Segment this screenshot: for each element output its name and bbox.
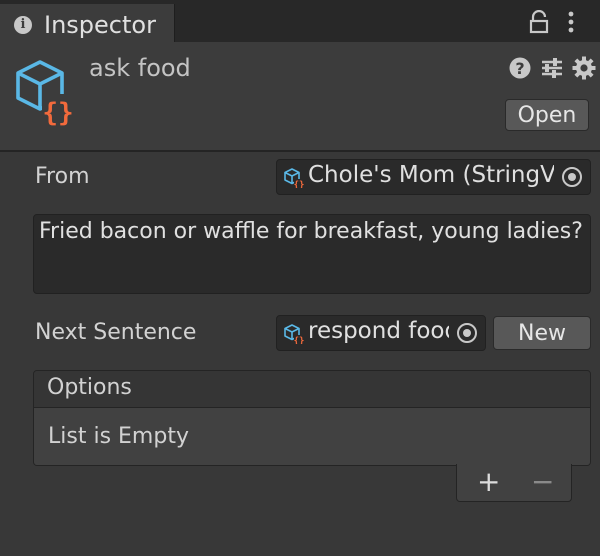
options-list-body: List is Empty [34, 408, 590, 465]
open-button[interactable]: Open [505, 99, 589, 131]
next-sentence-value: respond food [308, 318, 460, 344]
svg-text:{}: {} [42, 98, 73, 126]
info-icon: i [14, 16, 32, 34]
sentence-text: Fried bacon or waffle for breakfast, you… [39, 219, 583, 244]
tab-bar: i Inspector [0, 0, 600, 42]
from-value: Chole's Mom (StringVa [308, 162, 569, 188]
options-list-footer: + − [456, 464, 572, 502]
next-sentence-object-field[interactable]: {} respond food [276, 315, 486, 351]
help-icon[interactable]: ? [508, 56, 532, 80]
add-item-button[interactable]: + [477, 465, 500, 498]
object-picker-icon[interactable] [449, 316, 485, 350]
options-list-header[interactable]: Options [34, 371, 590, 408]
inspector-header: {} ask food ? Open [0, 42, 600, 152]
lock-icon[interactable] [528, 10, 550, 34]
remove-item-button[interactable]: − [531, 465, 554, 498]
object-name: ask food [89, 54, 191, 82]
scriptable-object-icon: {} [284, 324, 304, 344]
from-label: From [35, 164, 90, 189]
next-sentence-label: Next Sentence [35, 320, 197, 345]
scriptable-object-icon: {} [284, 168, 304, 188]
tab-title: Inspector [44, 11, 156, 39]
new-button[interactable]: New [493, 316, 591, 350]
scriptable-object-icon: {} [16, 60, 74, 126]
svg-text:?: ? [515, 59, 524, 78]
empty-list-text: List is Empty [48, 424, 189, 449]
options-header-label: Options [47, 375, 132, 400]
svg-text:{}: {} [294, 181, 304, 189]
sentence-text-area[interactable]: Fried bacon or waffle for breakfast, you… [33, 214, 591, 294]
kebab-menu-icon[interactable] [566, 10, 576, 34]
presets-icon[interactable] [540, 56, 564, 80]
gear-icon[interactable] [572, 56, 596, 80]
tab-inspector[interactable]: i Inspector [0, 4, 175, 42]
from-object-field[interactable]: {} Chole's Mom (StringVa [276, 159, 591, 195]
svg-text:{}: {} [294, 337, 304, 345]
options-list: Options List is Empty [33, 370, 591, 466]
object-picker-icon[interactable] [554, 160, 590, 194]
